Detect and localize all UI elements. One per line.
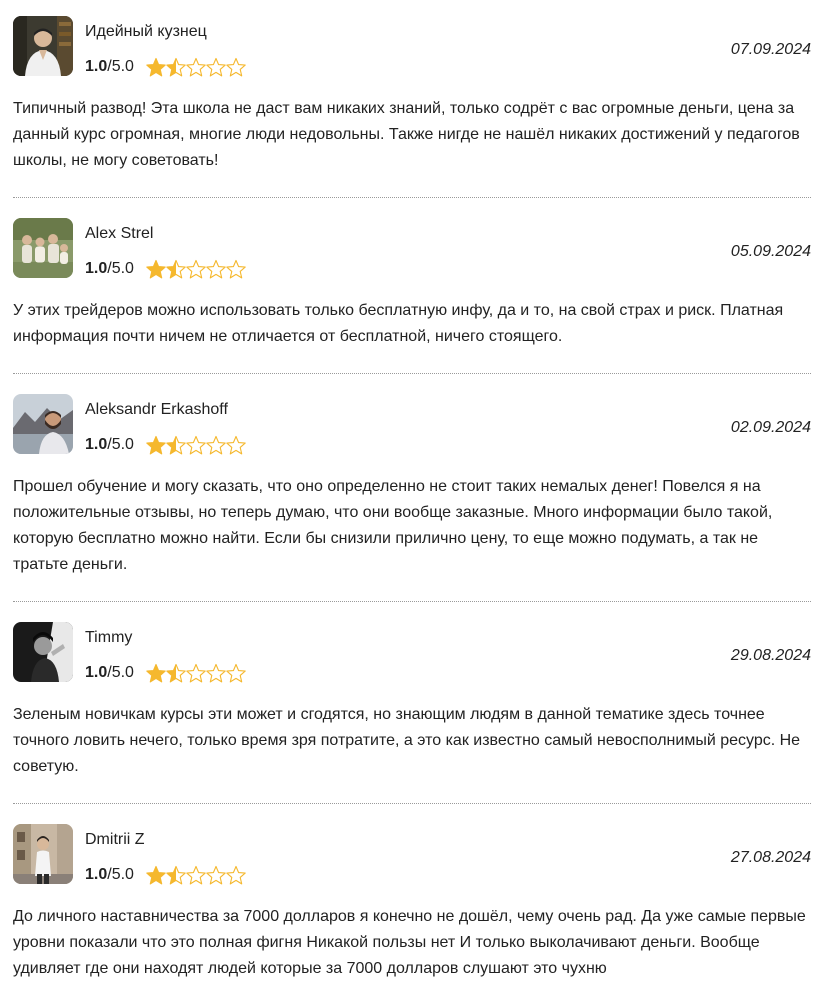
star-empty-icon (186, 56, 207, 78)
author-name[interactable]: Aleksandr Erkashoff (85, 400, 228, 420)
rating-score: 1.0/5.0 (85, 664, 134, 681)
star-half-icon (166, 434, 187, 456)
avatar[interactable] (13, 622, 73, 682)
review-item: Timmy 1.0/5.0 29.08.2024 Зеленым новичка… (13, 622, 811, 802)
star-empty-icon (186, 258, 207, 280)
rating: 1.0/5.0 (85, 258, 247, 280)
review-text: У этих трейдеров можно использовать толь… (13, 302, 784, 345)
rating: 1.0/5.0 (85, 864, 247, 886)
star-empty-icon (206, 258, 227, 280)
star-rating (146, 864, 247, 886)
review-text: До личного наставничества за 7000 доллар… (13, 908, 806, 977)
star-half-icon (166, 662, 187, 684)
rating: 1.0/5.0 (85, 662, 247, 684)
star-half-icon (166, 258, 187, 280)
star-empty-icon (226, 56, 247, 78)
avatar[interactable] (13, 218, 73, 278)
review-date: 29.08.2024 (730, 647, 811, 664)
review-date: 27.08.2024 (730, 849, 811, 866)
avatar[interactable] (13, 16, 73, 76)
star-empty-icon (206, 662, 227, 684)
star-filled-icon (146, 662, 167, 684)
star-empty-icon (226, 864, 247, 886)
review-text: Прошел обучение и могу сказать, что оно … (13, 478, 773, 573)
star-filled-icon (146, 864, 167, 886)
star-half-icon (166, 56, 187, 78)
star-filled-icon (146, 434, 167, 456)
star-empty-icon (226, 434, 247, 456)
author-name[interactable]: Идейный кузнец (85, 22, 207, 42)
star-rating (146, 434, 247, 456)
review-item: Идейный кузнец 1.0/5.0 07.09.2024 Типичн… (13, 16, 811, 196)
separator (13, 373, 811, 374)
rating-score: 1.0/5.0 (85, 866, 134, 883)
star-empty-icon (226, 662, 247, 684)
review-text: Типичный развод! Эта школа не даст вам н… (13, 100, 800, 169)
rating-score: 1.0/5.0 (85, 58, 134, 75)
star-empty-icon (206, 864, 227, 886)
star-rating (146, 258, 247, 280)
star-empty-icon (206, 56, 227, 78)
review-text: Зеленым новичкам курсы эти может и сгодя… (13, 706, 801, 775)
review-date: 07.09.2024 (730, 41, 811, 58)
author-name[interactable]: Alex Strel (85, 224, 153, 244)
review-item: Aleksandr Erkashoff 1.0/5.0 02.09.2024 П… (13, 394, 811, 600)
avatar[interactable] (13, 394, 73, 454)
review-item: Dmitrii Z 1.0/5.0 27.08.2024 До личного … (13, 824, 811, 1003)
avatar[interactable] (13, 824, 73, 884)
review-date: 02.09.2024 (730, 419, 811, 436)
star-empty-icon (186, 434, 207, 456)
author-name[interactable]: Timmy (85, 628, 132, 648)
star-empty-icon (206, 434, 227, 456)
author-name[interactable]: Dmitrii Z (85, 830, 145, 850)
star-filled-icon (146, 258, 167, 280)
star-rating (146, 662, 247, 684)
star-empty-icon (186, 864, 207, 886)
separator (13, 803, 811, 804)
rating-score: 1.0/5.0 (85, 436, 134, 453)
review-date: 05.09.2024 (730, 243, 811, 260)
star-rating (146, 56, 247, 78)
star-empty-icon (186, 662, 207, 684)
separator (13, 197, 811, 198)
star-filled-icon (146, 56, 167, 78)
star-half-icon (166, 864, 187, 886)
rating: 1.0/5.0 (85, 434, 247, 456)
rating: 1.0/5.0 (85, 56, 247, 78)
separator (13, 601, 811, 602)
rating-score: 1.0/5.0 (85, 260, 134, 277)
review-item: Alex Strel 1.0/5.0 05.09.2024 У этих тре… (13, 218, 811, 372)
star-empty-icon (226, 258, 247, 280)
